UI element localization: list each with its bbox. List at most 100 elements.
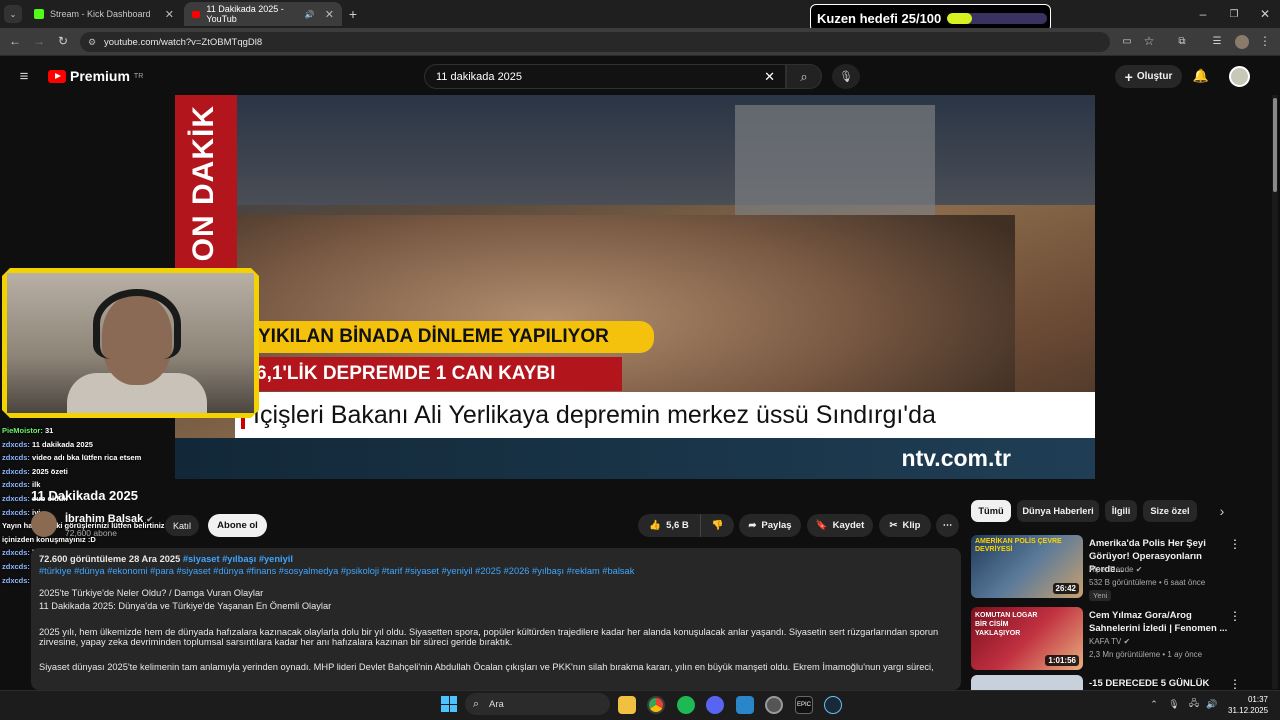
goal-progress-fill [947, 12, 973, 24]
tray-chevron-icon[interactable]: ⌃ [1148, 697, 1160, 711]
channel-avatar[interactable] [31, 511, 57, 537]
news-headline-red: 6,1'LİK DEPREMDE 1 CAN KAYBI [250, 357, 622, 391]
chat-username: zdxcds: [2, 507, 30, 517]
verified-icon: ✔ [146, 515, 154, 524]
top-hashtags[interactable]: #siyaset #yılbaşı #yeniyil [183, 554, 293, 564]
description-line: 2025 yılı, hem ülkemizde hem de dünyada … [39, 627, 939, 647]
recommendation-menu-icon[interactable]: ⋮ [1229, 677, 1241, 690]
reload-icon[interactable]: ↻ [56, 34, 70, 48]
notifications-bell-icon[interactable]: 🔔 [1193, 68, 1209, 84]
scrollbar-thumb[interactable] [1273, 98, 1277, 192]
search-input[interactable]: 11 dakikada 2025 ✕ [424, 64, 786, 89]
profile-avatar[interactable] [1235, 35, 1249, 49]
close-window-icon[interactable]: ✕ [1257, 6, 1273, 22]
tab-list-icon[interactable]: ⌄ [4, 5, 22, 23]
video-thumbnail[interactable]: AMERİKAN POLİS ÇEVRE DEVRİYESİ 26:42 [971, 535, 1083, 598]
url-field[interactable]: ⚙ youtube.com/watch?v=ZtOBMTqgDl8 [80, 32, 1110, 52]
webcam-overlay [2, 268, 259, 418]
volume-icon[interactable]: 🔊 [1206, 697, 1218, 711]
recommendation-title[interactable]: Cem Yılmaz Gora/Arog Sahnelerini İzledi … [1089, 609, 1229, 635]
chips-next-chevron-icon[interactable]: › [1215, 503, 1229, 519]
voice-search-button[interactable]: 🎙 [832, 64, 860, 89]
microphone-tray-icon[interactable]: 🎙 [1168, 697, 1180, 711]
tab-kick-dashboard[interactable]: Stream - Kick Dashboard ✕ [26, 2, 182, 26]
recommendation-channel[interactable]: KAFA TV ✔ [1089, 637, 1130, 646]
epic-games-icon[interactable]: EPIC [795, 696, 813, 714]
video-thumbnail[interactable]: KOMUTAN LOGAR BİR CİSİM YAKLAŞIYOR 1:01:… [971, 607, 1083, 670]
recommendation-menu-icon[interactable]: ⋮ [1229, 537, 1241, 551]
video-player[interactable]: ON DAKİK YIKILAN BİNADA DİNLEME YAPILIYO… [175, 95, 1095, 479]
settings-gear-icon[interactable] [765, 696, 783, 714]
clip-button[interactable]: ✂ Klip [879, 514, 931, 537]
tab-label: 11 Dakikada 2025 - YouTub [206, 4, 284, 24]
verified-icon: ✔ [1123, 637, 1131, 646]
account-avatar[interactable] [1229, 66, 1250, 87]
clock-time: 01:37 [1247, 695, 1268, 704]
recommendation-menu-icon[interactable]: ⋮ [1229, 609, 1241, 623]
chat-message: zdxcds: 2025 özeti [2, 465, 242, 479]
chip-all[interactable]: Tümü [971, 500, 1011, 522]
recommendation-item[interactable]: KOMUTAN LOGAR BİR CİSİM YAKLAŞIYOR 1:01:… [971, 607, 1271, 673]
url-text: youtube.com/watch?v=ZtOBMTqgDl8 [104, 36, 263, 48]
hamburger-menu-icon[interactable]: ≡ [16, 68, 32, 85]
steam-icon[interactable] [824, 696, 842, 714]
chip-related[interactable]: İlgili [1105, 500, 1137, 522]
chat-message: zdxcds: 11 dakikada 2025 [2, 438, 242, 452]
join-button[interactable]: Katıl [165, 515, 199, 536]
search-icon: ⌕ [800, 68, 808, 84]
tab-youtube-video[interactable]: 11 Dakikada 2025 - YouTub 🔊 ✕ [184, 2, 342, 26]
browser-menu-icon[interactable]: ⋮ [1258, 34, 1272, 48]
windows-start-icon[interactable] [441, 696, 457, 712]
video-thumbnail[interactable] [971, 675, 1083, 690]
more-actions-button[interactable]: ⋯ [936, 514, 959, 537]
chat-text: 11 dakikada 2025 [32, 439, 93, 449]
thumbnail-text: AMERİKAN POLİS ÇEVRE DEVRİYESİ [975, 538, 1062, 553]
close-tab-icon[interactable]: ✕ [325, 8, 334, 21]
clear-search-icon[interactable]: ✕ [764, 69, 775, 85]
taskbar-clock[interactable]: 01:37 31.12.2025 [1228, 694, 1268, 716]
video-description[interactable]: 72.600 görüntüleme 28 Ara 2025 #siyaset … [31, 548, 961, 690]
recommendation-item[interactable]: -15 DERECEDE 5 GÜNLÜK KAR ⋮ [971, 675, 1271, 690]
youtube-play-icon [48, 69, 66, 83]
chip-world-news[interactable]: Dünya Haberleri [1017, 500, 1099, 522]
recommendation-title[interactable]: -15 DERECEDE 5 GÜNLÜK KAR [1089, 677, 1229, 690]
speaker-icon[interactable]: 🔊 [305, 10, 315, 19]
recommendation-item[interactable]: AMERİKAN POLİS ÇEVRE DEVRİYESİ 26:42 Ame… [971, 535, 1271, 601]
like-button[interactable]: 👍 5,6 B [638, 514, 700, 537]
chat-username: zdxcds: [2, 548, 30, 558]
spotify-icon[interactable] [677, 696, 695, 714]
recommendation-channel[interactable]: Alper Rende ✔ [1089, 565, 1142, 574]
vertical-banner-text: ON DAKİK [187, 105, 220, 262]
hashtags-line[interactable]: #türkiye #dünya #ekonomi #para #siyaset … [39, 566, 953, 576]
site-info-icon[interactable]: ⚙ [88, 37, 96, 48]
file-explorer-icon[interactable] [618, 696, 636, 714]
save-button[interactable]: 🔖 Kaydet [807, 514, 873, 537]
chip-for-you[interactable]: Size özel [1143, 500, 1197, 522]
chat-message: PieMoistor: 31 [2, 424, 242, 438]
create-button[interactable]: + Oluştur [1115, 65, 1182, 88]
close-tab-icon[interactable]: ✕ [165, 8, 174, 21]
extensions-icon[interactable]: ⧉ [1175, 34, 1189, 48]
youtube-premium-logo[interactable]: Premium TR [48, 68, 143, 84]
back-icon[interactable]: ← [8, 34, 22, 48]
new-tab-button[interactable]: + [345, 6, 361, 22]
share-button[interactable]: ➦ Paylaş [739, 514, 801, 537]
forward-icon[interactable]: → [32, 34, 46, 48]
recommendation-meta: 2,3 Mn görüntüleme • 1 ay önce [1089, 650, 1203, 659]
media-controls-icon[interactable]: ☰ [1210, 34, 1224, 48]
maximize-icon[interactable]: ❐ [1226, 6, 1242, 22]
dislike-button[interactable]: 👎 [700, 514, 734, 537]
search-button[interactable]: ⌕ [786, 64, 822, 89]
network-icon[interactable]: 🖧 [1188, 697, 1200, 711]
cast-icon[interactable]: ▭ [1120, 34, 1134, 48]
taskbar-search[interactable]: ⌕ Ara [465, 693, 610, 715]
minimize-icon[interactable]: – [1195, 6, 1211, 22]
chrome-icon[interactable] [647, 696, 665, 714]
chat-username: zdxcds: [2, 493, 30, 503]
app-icon[interactable] [736, 696, 754, 714]
chat-username: zdxcds: [2, 453, 30, 463]
channel-name[interactable]: İbrahim Balsak ✔ [65, 513, 153, 525]
subscribe-button[interactable]: Abone ol [208, 514, 267, 537]
discord-icon[interactable] [706, 696, 724, 714]
bookmark-star-icon[interactable]: ☆ [1142, 34, 1156, 48]
